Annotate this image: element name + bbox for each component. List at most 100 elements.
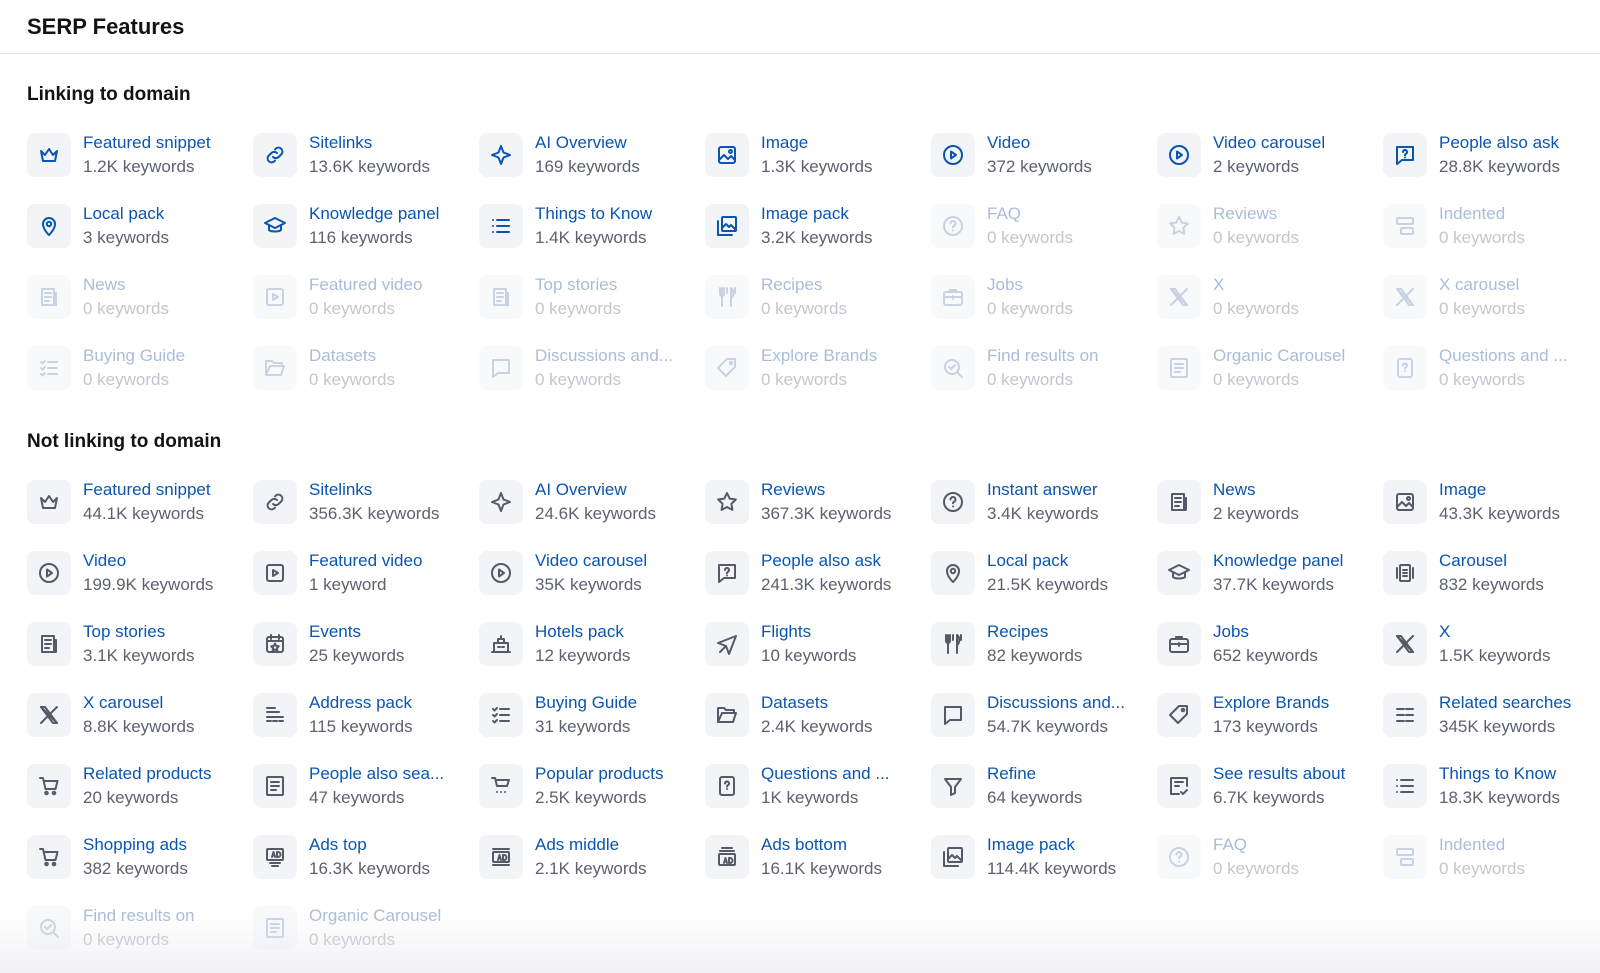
- feature-name-link[interactable]: Popular products: [535, 762, 664, 786]
- feature-item[interactable]: Video 199.9K keywords: [27, 549, 253, 597]
- feature-item[interactable]: Questions and ... 1K keywords: [705, 762, 931, 810]
- feature-item[interactable]: Reviews 367.3K keywords: [705, 478, 931, 526]
- feature-name-link[interactable]: Top stories: [83, 620, 195, 644]
- feature-item[interactable]: See results about 6.7K keywords: [1157, 762, 1383, 810]
- feature-item[interactable]: Events 25 keywords: [253, 620, 479, 668]
- feature-name-link[interactable]: Buying Guide: [535, 691, 637, 715]
- feature-name-link[interactable]: Video: [987, 131, 1092, 155]
- feature-item[interactable]: Explore Brands 173 keywords: [1157, 691, 1383, 739]
- feature-item[interactable]: Refine 64 keywords: [931, 762, 1157, 810]
- feature-item[interactable]: Flights 10 keywords: [705, 620, 931, 668]
- feature-name-link[interactable]: X carousel: [83, 691, 195, 715]
- feature-item[interactable]: Video 372 keywords: [931, 131, 1157, 179]
- feature-item[interactable]: Shopping ads 382 keywords: [27, 833, 253, 881]
- feature-item[interactable]: Featured snippet 44.1K keywords: [27, 478, 253, 526]
- feature-item[interactable]: Top stories 3.1K keywords: [27, 620, 253, 668]
- feature-item[interactable]: People also sea... 47 keywords: [253, 762, 479, 810]
- feature-item[interactable]: Recipes 82 keywords: [931, 620, 1157, 668]
- feature-name-link[interactable]: Image pack: [987, 833, 1116, 857]
- feature-item[interactable]: Address pack 115 keywords: [253, 691, 479, 739]
- feature-name-link[interactable]: Knowledge panel: [1213, 549, 1343, 573]
- feature-name-link[interactable]: Recipes: [987, 620, 1082, 644]
- feature-item[interactable]: Image 43.3K keywords: [1383, 478, 1600, 526]
- feature-name-link[interactable]: Ads top: [309, 833, 430, 857]
- feature-name-link[interactable]: News: [1213, 478, 1299, 502]
- feature-item[interactable]: Sitelinks 13.6K keywords: [253, 131, 479, 179]
- feature-item[interactable]: Local pack 21.5K keywords: [931, 549, 1157, 597]
- feature-name-link[interactable]: Related searches: [1439, 691, 1571, 715]
- feature-item[interactable]: Instant answer 3.4K keywords: [931, 478, 1157, 526]
- feature-name-link[interactable]: Reviews: [761, 478, 891, 502]
- feature-name-link[interactable]: Datasets: [761, 691, 873, 715]
- feature-item[interactable]: Featured video 1 keyword: [253, 549, 479, 597]
- feature-item[interactable]: Ads bottom 16.1K keywords: [705, 833, 931, 881]
- feature-item[interactable]: Buying Guide 31 keywords: [479, 691, 705, 739]
- feature-name-link[interactable]: Video: [83, 549, 213, 573]
- feature-name-link[interactable]: People also ask: [761, 549, 891, 573]
- feature-name-link[interactable]: Featured snippet: [83, 131, 211, 155]
- feature-name-link[interactable]: People also sea...: [309, 762, 444, 786]
- feature-item[interactable]: Local pack 3 keywords: [27, 202, 253, 250]
- feature-item[interactable]: Image pack 3.2K keywords: [705, 202, 931, 250]
- feature-name-link[interactable]: Featured snippet: [83, 478, 211, 502]
- feature-name-link[interactable]: Video carousel: [535, 549, 647, 573]
- feature-item[interactable]: Ads top 16.3K keywords: [253, 833, 479, 881]
- feature-name-link[interactable]: Hotels pack: [535, 620, 630, 644]
- feature-name-link[interactable]: Refine: [987, 762, 1082, 786]
- feature-name-link[interactable]: Image: [1439, 478, 1560, 502]
- feature-item[interactable]: AI Overview 24.6K keywords: [479, 478, 705, 526]
- feature-item[interactable]: Related searches 345K keywords: [1383, 691, 1600, 739]
- feature-name-link[interactable]: Instant answer: [987, 478, 1099, 502]
- feature-name-link[interactable]: Video carousel: [1213, 131, 1325, 155]
- feature-item[interactable]: Hotels pack 12 keywords: [479, 620, 705, 668]
- feature-name-link[interactable]: Local pack: [987, 549, 1108, 573]
- feature-item[interactable]: Jobs 652 keywords: [1157, 620, 1383, 668]
- feature-name-link[interactable]: Sitelinks: [309, 478, 439, 502]
- feature-name-link[interactable]: Discussions and...: [987, 691, 1125, 715]
- feature-name-link[interactable]: AI Overview: [535, 131, 640, 155]
- feature-item[interactable]: Video carousel 2 keywords: [1157, 131, 1383, 179]
- feature-name-link[interactable]: X: [1439, 620, 1551, 644]
- feature-item[interactable]: Video carousel 35K keywords: [479, 549, 705, 597]
- feature-item[interactable]: Datasets 2.4K keywords: [705, 691, 931, 739]
- feature-item[interactable]: Things to Know 18.3K keywords: [1383, 762, 1600, 810]
- feature-item[interactable]: Discussions and... 54.7K keywords: [931, 691, 1157, 739]
- feature-item[interactable]: Knowledge panel 116 keywords: [253, 202, 479, 250]
- feature-item[interactable]: X carousel 8.8K keywords: [27, 691, 253, 739]
- feature-item[interactable]: Related products 20 keywords: [27, 762, 253, 810]
- feature-name-link[interactable]: See results about: [1213, 762, 1345, 786]
- feature-name-link[interactable]: People also ask: [1439, 131, 1560, 155]
- feature-item[interactable]: Image 1.3K keywords: [705, 131, 931, 179]
- feature-item[interactable]: Knowledge panel 37.7K keywords: [1157, 549, 1383, 597]
- feature-name-link[interactable]: Image: [761, 131, 873, 155]
- feature-item[interactable]: AI Overview 169 keywords: [479, 131, 705, 179]
- feature-item[interactable]: X 1.5K keywords: [1383, 620, 1600, 668]
- feature-name-link[interactable]: Flights: [761, 620, 856, 644]
- feature-name-link[interactable]: Questions and ...: [761, 762, 890, 786]
- feature-name-link[interactable]: Sitelinks: [309, 131, 430, 155]
- feature-name-link[interactable]: Featured video: [309, 549, 422, 573]
- feature-item[interactable]: Popular products 2.5K keywords: [479, 762, 705, 810]
- feature-name-link[interactable]: Ads bottom: [761, 833, 882, 857]
- feature-item[interactable]: News 2 keywords: [1157, 478, 1383, 526]
- feature-name-link[interactable]: Address pack: [309, 691, 413, 715]
- feature-name-link[interactable]: Things to Know: [535, 202, 652, 226]
- feature-name-link[interactable]: Events: [309, 620, 404, 644]
- feature-item[interactable]: Featured snippet 1.2K keywords: [27, 131, 253, 179]
- feature-name-link[interactable]: Knowledge panel: [309, 202, 439, 226]
- feature-item[interactable]: Carousel 832 keywords: [1383, 549, 1600, 597]
- feature-item[interactable]: Sitelinks 356.3K keywords: [253, 478, 479, 526]
- feature-item[interactable]: People also ask 241.3K keywords: [705, 549, 931, 597]
- feature-name-link[interactable]: Local pack: [83, 202, 169, 226]
- feature-item[interactable]: People also ask 28.8K keywords: [1383, 131, 1600, 179]
- feature-item[interactable]: Image pack 114.4K keywords: [931, 833, 1157, 881]
- feature-name-link[interactable]: AI Overview: [535, 478, 656, 502]
- feature-name-link[interactable]: Explore Brands: [1213, 691, 1329, 715]
- feature-name-link[interactable]: Carousel: [1439, 549, 1544, 573]
- feature-name-link[interactable]: Jobs: [1213, 620, 1318, 644]
- feature-item[interactable]: Ads middle 2.1K keywords: [479, 833, 705, 881]
- feature-name-link[interactable]: Related products: [83, 762, 212, 786]
- feature-name-link[interactable]: Ads middle: [535, 833, 647, 857]
- feature-name-link[interactable]: Image pack: [761, 202, 873, 226]
- feature-name-link[interactable]: Things to Know: [1439, 762, 1560, 786]
